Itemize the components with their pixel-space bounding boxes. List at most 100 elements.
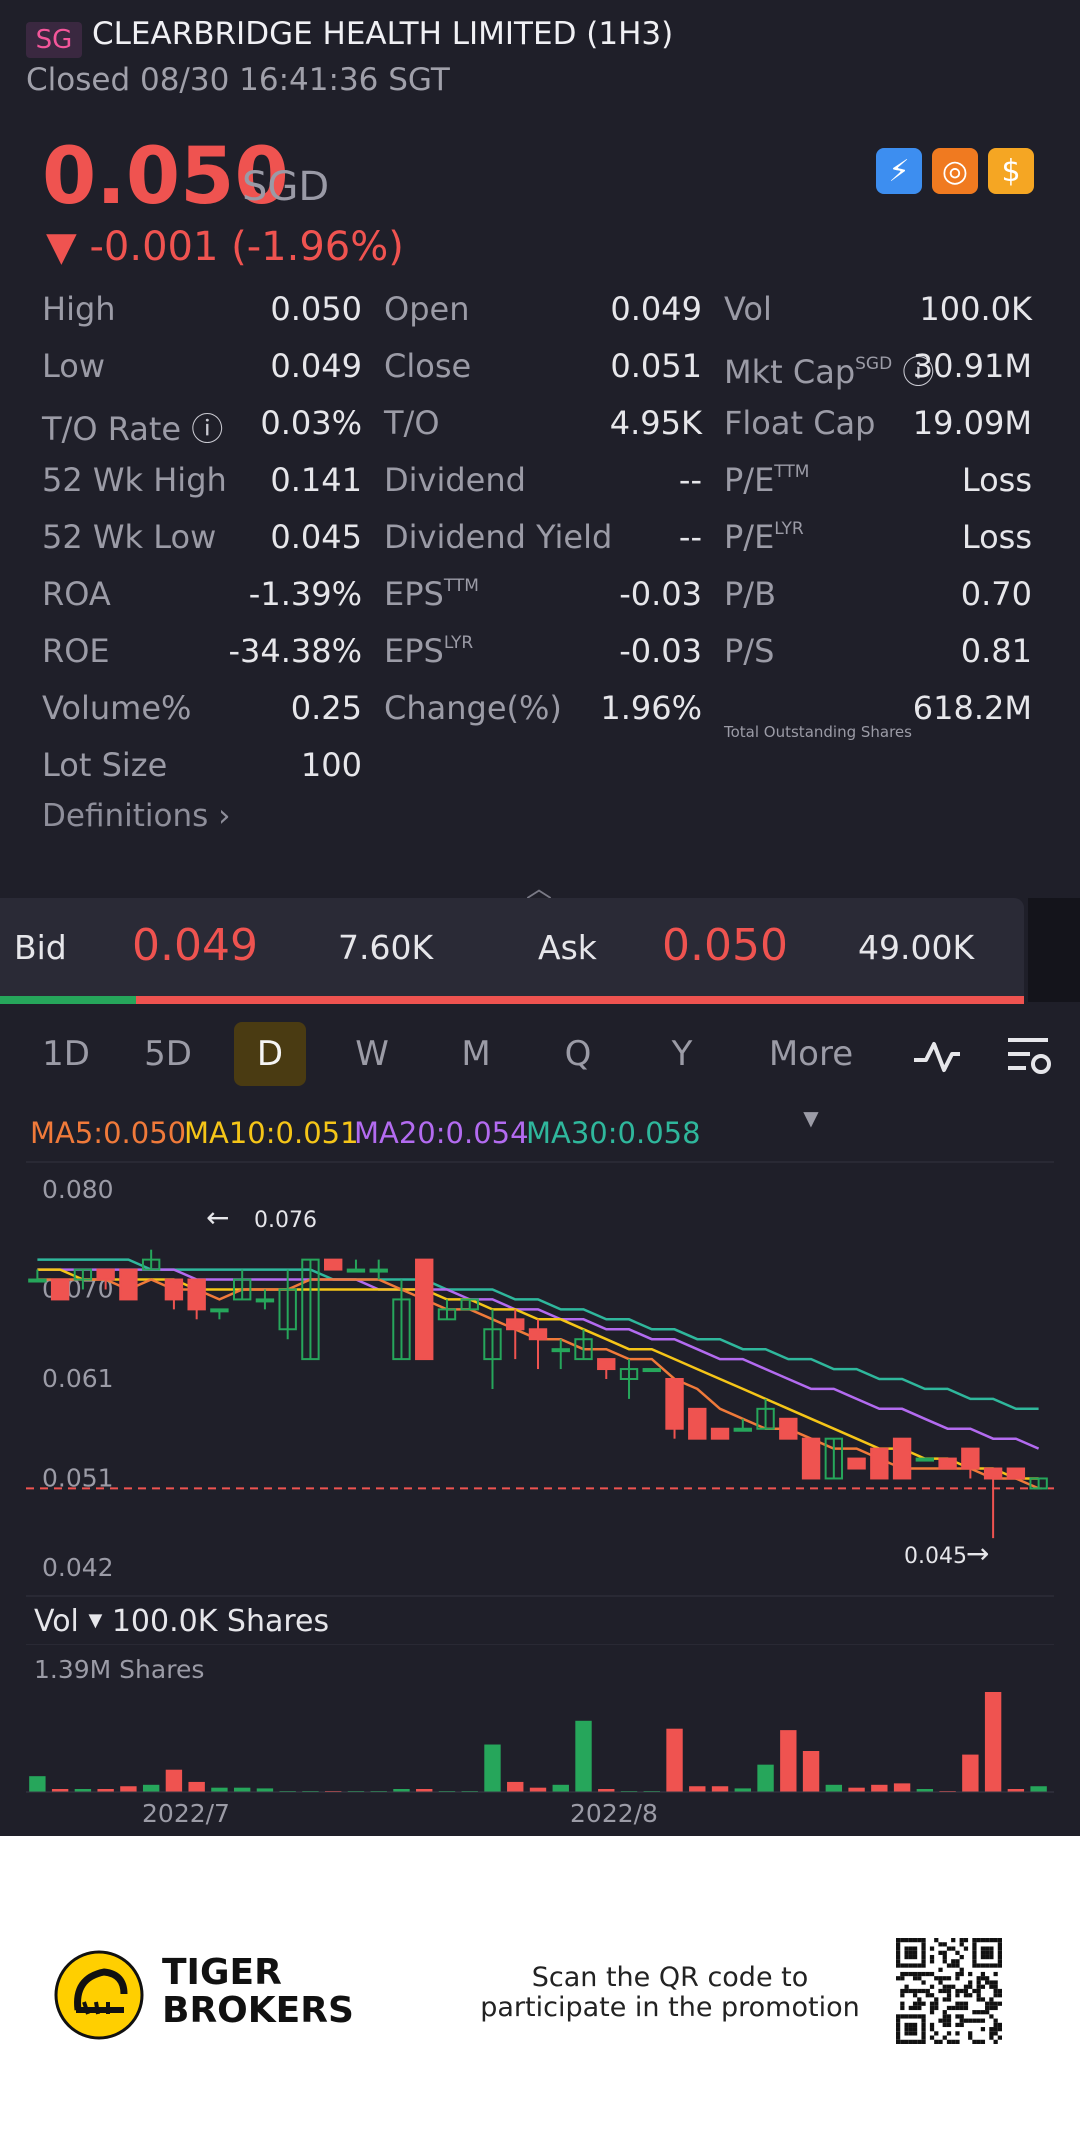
stat-value: 0.051 <box>610 347 702 385</box>
more-dropdown[interactable]: More ▼ <box>756 1022 866 1130</box>
orderbook-edge <box>1028 898 1080 1002</box>
info-icon[interactable]: ⓘ <box>181 410 223 448</box>
stat-label: T/O Rate ⓘ <box>42 410 224 448</box>
candle-body <box>164 1278 184 1301</box>
promo-text-1: Scan the QR code to <box>531 1962 809 1993</box>
basketball-icon[interactable]: ◎ <box>932 148 978 194</box>
ask-ratio-bar <box>136 996 1024 1004</box>
candle-body <box>915 1457 935 1462</box>
candle-body <box>961 1447 980 1470</box>
bid-price: 0.049 <box>132 920 258 971</box>
volume-bar <box>29 1776 46 1792</box>
tab-q[interactable]: Q <box>546 1022 610 1086</box>
stat-label: ROE <box>42 632 110 670</box>
stat-label: Lot Size <box>42 746 168 784</box>
stat-superscript: TTM <box>774 462 810 482</box>
stat-label: P/ETTM <box>724 461 810 499</box>
chart-settings-icon[interactable] <box>1004 1034 1054 1078</box>
y-tick-label: 0.061 <box>42 1364 114 1393</box>
ma30-legend: MA30:0.058 <box>526 1116 701 1150</box>
candle-body <box>210 1308 229 1313</box>
qr-code-icon[interactable] <box>896 1938 1002 2044</box>
volume-bar <box>233 1787 251 1792</box>
lightning-icon[interactable]: ⚡ <box>876 148 922 194</box>
indicator-icon[interactable] <box>912 1036 962 1076</box>
stat-value: -- <box>678 461 702 499</box>
stat-value: 100.0K <box>919 290 1032 328</box>
volume-header[interactable]: Vol ▼ 100.0K Shares <box>34 1604 329 1639</box>
tab-w[interactable]: W <box>340 1022 404 1086</box>
tab-5d[interactable]: 5D <box>134 1022 202 1086</box>
orderbook-bar: Bid 0.049 7.60K Ask 0.050 49.00K <box>0 898 1024 1002</box>
volume-bar <box>871 1784 888 1792</box>
y-tick-label: 0.080 <box>42 1175 114 1204</box>
stat-label: 52 Wk High <box>42 461 227 499</box>
caret-down-icon: ▼ <box>88 1610 103 1631</box>
stat-label: Total Outstanding Shares <box>724 723 912 741</box>
stat-label: P/S <box>724 632 775 670</box>
stat-value: Loss <box>961 461 1032 499</box>
volume-bar <box>666 1728 683 1792</box>
candle-body <box>688 1407 707 1440</box>
stat-label: P/ELYR <box>724 518 804 556</box>
candle-body <box>50 1278 70 1301</box>
stat-label: High <box>42 290 116 328</box>
ask-size: 49.00K <box>858 928 975 967</box>
volume-bar <box>165 1769 183 1792</box>
stat-value: 0.045 <box>270 518 362 556</box>
tab-d[interactable]: D <box>234 1022 306 1086</box>
volume-bar <box>689 1786 706 1792</box>
stats-row: 52 Wk Low 0.045 Dividend Yield -- P/ELYR Loss <box>0 518 1080 575</box>
stat-value: 1.96% <box>600 689 702 727</box>
stats-row: High 0.050 Open 0.049 Vol 100.0K <box>0 290 1080 347</box>
volume-bar <box>825 1784 843 1792</box>
stat-label: Low <box>42 347 106 385</box>
stat-value: 0.141 <box>270 461 362 499</box>
stat-value: 0.049 <box>610 290 702 328</box>
candle-body <box>96 1268 115 1281</box>
stat-value: 19.09M <box>912 404 1032 442</box>
candle-body <box>642 1368 661 1373</box>
stats-row: Low 0.049 Close 0.051 Mkt CapSGD ⓘ 30.91M <box>0 347 1080 404</box>
stat-label: Volume% <box>42 689 192 727</box>
candle-body <box>733 1427 752 1432</box>
brand-name-1: TIGER <box>162 1952 282 1993</box>
high-marker-label: 0.076 <box>254 1208 317 1233</box>
stat-value: 0.70 <box>960 575 1032 613</box>
tab-y[interactable]: Y <box>650 1022 714 1086</box>
tab-1d[interactable]: 1D <box>34 1022 98 1086</box>
stat-value: -0.03 <box>619 632 702 670</box>
stats-row: 52 Wk High 0.141 Dividend -- P/ETTM Loss <box>0 461 1080 518</box>
candle-body <box>1006 1467 1026 1480</box>
definitions-link[interactable]: Definitions › <box>42 798 231 834</box>
ask-price: 0.050 <box>662 920 788 971</box>
volume-bar <box>256 1788 274 1792</box>
candle-body <box>551 1348 570 1353</box>
stat-label: P/B <box>724 575 777 613</box>
market-tag: SG <box>26 22 82 58</box>
candle-body <box>847 1457 866 1470</box>
candle-body <box>801 1437 821 1480</box>
volume-bar <box>780 1730 797 1792</box>
bid-label: Bid <box>14 928 67 967</box>
promo-text-2: participate in the promotion <box>480 1992 860 2023</box>
stat-value: 0.25 <box>290 689 362 727</box>
candle-body <box>119 1268 138 1301</box>
stat-superscript: LYR <box>443 633 474 653</box>
stat-value: 0.050 <box>270 290 362 328</box>
chevron-right-icon: › <box>218 798 231 834</box>
dollar-icon[interactable]: $ <box>988 148 1034 194</box>
stat-value: 0.81 <box>960 632 1032 670</box>
candle-body <box>938 1457 957 1470</box>
ma5-legend: MA5:0.050 <box>30 1116 187 1150</box>
stat-value: 4.95K <box>609 404 702 442</box>
candlestick-chart[interactable]: 0.0800.0700.0610.0510.0420.076←0.045 → <box>0 1160 1080 1600</box>
tab-m[interactable]: M <box>444 1022 508 1086</box>
stats-row: Volume% 0.25 Change(%) 1.96% Total Outstandi… <box>0 689 1080 746</box>
volume-bar <box>757 1764 774 1792</box>
stat-label: Vol <box>724 290 772 328</box>
stat-label: T/O <box>384 404 440 442</box>
stats-row: Lot Size 100 <box>0 746 1080 803</box>
volume-bar <box>552 1784 569 1792</box>
candle-body <box>415 1258 434 1361</box>
